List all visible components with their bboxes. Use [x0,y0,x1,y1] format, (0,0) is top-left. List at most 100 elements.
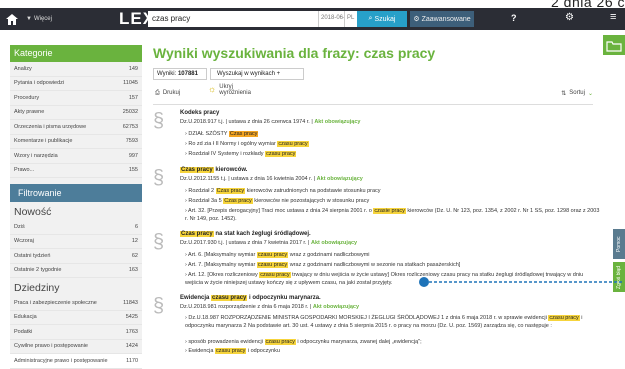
category-label: Analizy [14,65,32,72]
field-item[interactable]: Podatki 1763 [10,325,142,340]
novelty-count: 12 [131,238,138,245]
result-line[interactable]: › sposób prowadzenia ewidencji czasu pra… [185,338,422,346]
result-line[interactable]: › Art. 7. [Maksymalny wymiar czasu pracy… [185,261,460,269]
category-count: 155 [128,167,138,174]
home-icon[interactable] [0,8,24,30]
fields-title: Dziedziny [14,282,60,294]
novelty-item[interactable]: Wczoraj 12 [10,235,142,249]
hide-highlights-line2: wyróżnienia [219,90,251,96]
novelty-item[interactable]: Ostatni tydzień 62 [10,249,142,264]
novelty-item[interactable]: Dziś 6 [10,220,142,235]
results-label: Wyniki: [157,71,177,77]
categories-header: Kategorie [10,45,142,62]
field-label: Edukacja [14,314,37,321]
search-input[interactable]: czas pracy [148,11,318,27]
result-meta: Dz.U.2012.1155 t.j. | ustawa z dnia 16 k… [180,176,363,182]
field-item[interactable]: Administracyjne prawo i postępowanie 1170 [10,354,142,369]
field-label: Administracyjne prawo i postępowanie [14,357,108,364]
search-icon: ⌕ [368,15,373,22]
result-line[interactable]: › Rozdział 3a 5 Czas pracy kierowców nie… [185,197,369,205]
result-meta-text: Dz.U.2018.981 rozporządzenie z dnia 6 ma… [180,304,312,310]
field-label: Podatki [14,328,33,335]
filter-header: Filtrowanie [10,184,142,202]
print-icon: ⎙ [155,90,160,96]
category-item[interactable]: Wzory i narzędzia 997 [10,149,142,164]
result-title[interactable]: Czas pracy na stat kach żeglugi śródlądo… [180,231,311,237]
category-item[interactable]: Komentarze i publikacje 7593 [10,135,142,149]
category-label: Wzory i narzędzia [14,152,58,159]
category-item[interactable]: Orzeczenia i pisma urzędowe 62753 [10,120,142,135]
novelty-count: 6 [134,223,138,230]
sort-icon: ⇅ [561,91,567,97]
category-item[interactable]: Prawo... 155 [10,164,142,178]
language-selector[interactable]: PL [344,11,356,27]
result-line[interactable]: › Art. 6. [Maksymalny wymiar czasu pracy… [185,251,370,259]
print-label: Drukuj [162,90,181,96]
category-item[interactable]: Procedury 157 [10,91,142,106]
highlight-icon: ☼ [208,84,217,94]
category-count: 149 [128,65,138,72]
print-tab[interactable]: ⎙ Drukuj [155,90,180,97]
categories-list: Analizy 149 Pytania i odpowiedzi 11045 Pro… [10,62,142,178]
result-line[interactable]: › Ro zd zia ł II Normy i ogólny wymiar c… [185,140,309,148]
top-strip [0,0,625,8]
result-status: Akt obowiązujący [310,240,358,246]
paragraph-icon: § [153,231,165,253]
menu-icon[interactable]: ≡ [610,11,616,23]
category-label: Pytania i odpowiedzi [14,80,65,87]
novelty-item[interactable]: Ostatnie 2 tygodnie 163 [10,264,142,278]
sort-button[interactable]: ⇅ Sortuj ⌄ [561,90,593,97]
paragraph-icon: § [153,110,165,132]
search-button[interactable]: ⌕ Szukaj [357,11,407,27]
category-item[interactable]: Akty prawne 25032 [10,106,142,120]
novelty-label: Ostatni tydzień [14,252,51,259]
category-item[interactable]: Pytania i odpowiedzi 11045 [10,77,142,91]
more-label: Więcej [33,16,52,22]
category-label: Prawo... [14,167,35,174]
field-count: 11843 [123,299,138,306]
category-label: Orzeczenia i pisma urzędowe [14,123,87,130]
help-side-tab[interactable]: Pomoc [613,229,625,259]
category-item[interactable]: Analizy 149 [10,62,142,77]
search-button-label: Szukaj [374,15,396,23]
result-line[interactable]: › Dz.U.18.987 ROZPORZĄDZENIE MINISTRA GO… [185,314,600,330]
chevron-down-icon: ▼ [26,16,32,22]
category-count: 7593 [125,138,138,145]
hide-highlights-tab[interactable]: ☼ Ukryj wyróżnienia [208,84,251,96]
advanced-search-label: Zaawansowane [421,15,471,23]
help-icon[interactable]: ? [511,13,517,23]
settings-icon[interactable]: ⚙ [565,12,574,23]
field-label: Cywilne prawo i postępowanie [14,343,88,350]
result-meta-text: Dz.U.2017.930 t.j. | ustawa z dnia 7 kwi… [180,240,310,246]
more-menu[interactable]: ▼ Więcej [26,16,52,22]
result-line[interactable]: › DZIAŁ SZÓSTY Czas pracy [185,130,259,138]
field-item[interactable]: Cywilne prawo i postępowanie 1424 [10,340,142,354]
plus-icon: + [276,71,281,77]
folder-icon[interactable] [603,35,625,55]
result-title[interactable]: Kodeks pracy [180,110,219,116]
field-count: 1763 [125,328,138,335]
field-count: 5425 [125,314,138,321]
result-status: Akt obowiązujący [314,119,361,125]
result-title[interactable]: Czas pracy kierowców. [180,167,247,173]
category-label: Komentarze i publikacje [14,138,73,145]
field-item[interactable]: Edukacja 5425 [10,311,142,325]
novelty-label: Dziś [14,223,25,230]
hide-highlights-label: Ukryj wyróżnienia [219,84,251,96]
drag-connector [419,277,623,287]
search-in-results-button[interactable]: Wyszukaj w wynikach + [210,68,304,80]
result-title[interactable]: Ewidencja czasu pracy i odpoczynku maryn… [180,295,321,301]
top-navigation-bar: ▼ Więcej LEX czas pracy 2018-06-23 PL ⌕ … [0,8,625,30]
paragraph-icon: § [153,167,165,189]
category-count: 997 [128,152,138,159]
result-status: Akt obowiązujący [316,176,363,182]
result-line[interactable]: › Rozdział IV Systemy i rozkłady czasu p… [185,150,297,158]
novelty-label: Wczoraj [14,238,34,245]
advanced-search-button[interactable]: ⚙ Zaawansowane [410,11,474,27]
sort-label: Sortuj [569,90,585,96]
result-line[interactable]: › Ewidencja czasu pracy i odpoczynku [185,347,280,355]
result-line[interactable]: › Art. 32. [Przepis derogacyjny] Traci m… [185,207,600,223]
search-in-results-label: Wyszukaj w wynikach [217,71,275,77]
field-item[interactable]: Praca i zabezpieczenie społeczne 11843 [10,296,142,311]
result-line[interactable]: › Rozdział 2 Czas pracy kierowców zatrud… [185,187,381,195]
